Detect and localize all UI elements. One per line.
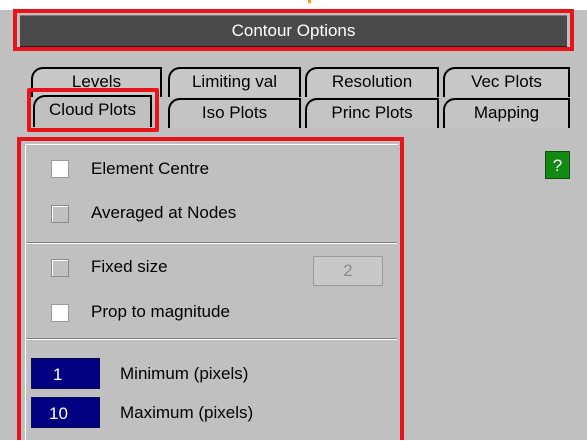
- divider: [26, 338, 397, 340]
- tab-mapping[interactable]: Mapping: [443, 98, 570, 128]
- fixed-size-label: Fixed size: [91, 257, 168, 276]
- prop-to-magnitude-label: Prop to magnitude: [91, 302, 230, 321]
- panel-title: Contour Options: [20, 15, 567, 47]
- tab-princ-plots[interactable]: Princ Plots: [305, 98, 439, 128]
- tab-vec-plots[interactable]: Vec Plots: [443, 67, 570, 97]
- tab-resolution[interactable]: Resolution: [305, 67, 439, 97]
- tab-limiting-val[interactable]: Limiting val: [168, 67, 301, 97]
- prop-to-magnitude-checkbox[interactable]: [51, 304, 69, 322]
- fixed-size-field[interactable]: 2: [313, 256, 383, 286]
- help-button[interactable]: ?: [545, 151, 570, 179]
- averaged-at-nodes-checkbox[interactable]: [51, 205, 69, 223]
- cloud-plots-highlight-box: [27, 88, 159, 132]
- tab-iso-plots[interactable]: Iso Plots: [168, 98, 301, 128]
- divider: [26, 242, 397, 244]
- element-centre-checkbox[interactable]: [51, 160, 69, 178]
- averaged-at-nodes-label: Averaged at Nodes: [91, 203, 237, 222]
- maximum-pixels-field[interactable]: 10: [31, 397, 100, 428]
- minimum-pixels-label: Minimum (pixels): [120, 364, 249, 383]
- orange-marker: [308, 0, 311, 3]
- contour-options-panel: Contour Options Levels Limiting val Reso…: [0, 0, 587, 441]
- maximum-pixels-label: Maximum (pixels): [120, 403, 254, 422]
- element-centre-label: Element Centre: [91, 159, 210, 178]
- fixed-size-checkbox[interactable]: [51, 259, 69, 277]
- minimum-pixels-field[interactable]: 1: [31, 358, 100, 389]
